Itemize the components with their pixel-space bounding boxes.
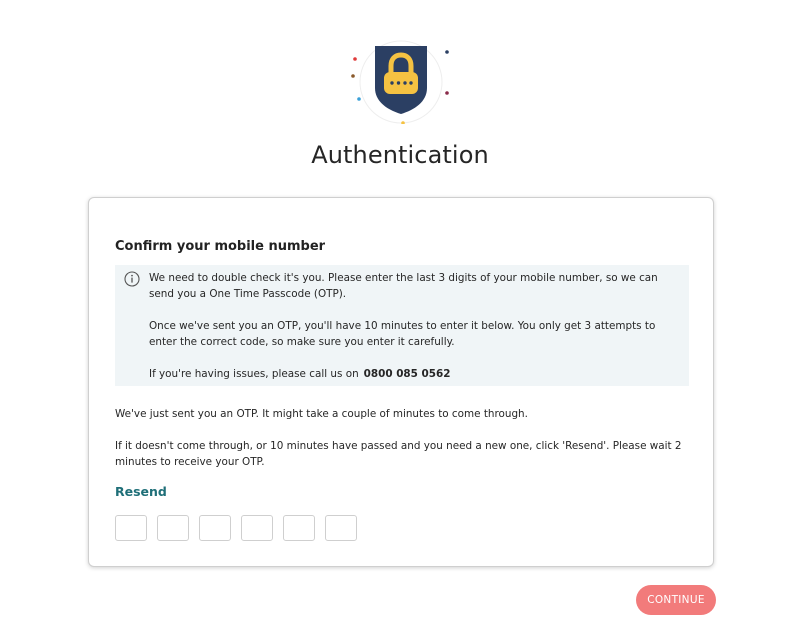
continue-button[interactable]: CONTINUE xyxy=(636,585,716,615)
otp-digit-4[interactable] xyxy=(241,515,273,541)
info-paragraph: We need to double check it's you. Please… xyxy=(149,272,658,300)
otp-digit-6[interactable] xyxy=(325,515,357,541)
otp-digit-1[interactable] xyxy=(115,515,147,541)
help-text: If you're having issues, please call us … xyxy=(149,368,359,380)
otp-digit-2[interactable] xyxy=(157,515,189,541)
resend-instructions: If it doesn't come through, or 10 minute… xyxy=(115,440,682,468)
otp-card: Confirm your mobile number We need to do… xyxy=(88,197,714,567)
otp-digit-5[interactable] xyxy=(283,515,315,541)
phone-number: 0800 085 0562 xyxy=(363,368,451,380)
otp-sent-message: We've just sent you an OTP. It might tak… xyxy=(115,408,528,420)
info-paragraph: Once we've sent you an OTP, you'll have … xyxy=(149,320,656,348)
info-icon xyxy=(124,271,140,287)
otp-digit-3[interactable] xyxy=(199,515,231,541)
resend-link[interactable]: Resend xyxy=(115,484,167,499)
shield-lock-icon xyxy=(351,40,449,124)
info-paragraph-help: If you're having issues, please call us … xyxy=(149,366,677,382)
card-heading: Confirm your mobile number xyxy=(115,239,326,254)
info-text: We need to double check it's you. Please… xyxy=(149,270,677,382)
info-box: We need to double check it's you. Please… xyxy=(115,265,689,386)
authentication-page: Authentication Confirm your mobile numbe… xyxy=(0,0,800,642)
page-title: Authentication xyxy=(311,141,489,169)
